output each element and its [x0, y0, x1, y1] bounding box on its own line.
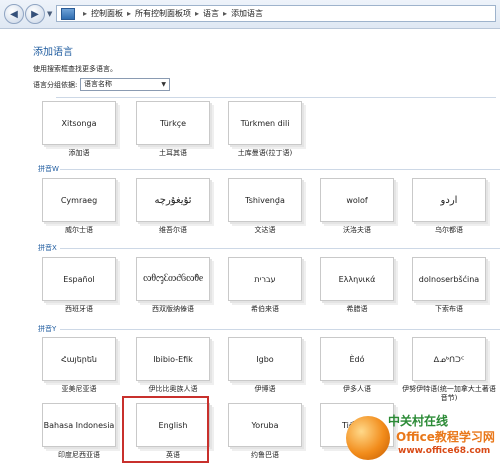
language-name: 乌尔都语 — [435, 226, 463, 234]
watermark-brand: 中关村在线 — [388, 414, 449, 428]
language-name: 伊博语 — [254, 385, 276, 393]
watermark: 中关村在线 Office教程学习网 www.office68.com — [346, 412, 496, 468]
section-divider — [60, 329, 500, 330]
chevron-right-icon[interactable]: ▸ — [83, 9, 87, 18]
language-tile[interactable]: Ελληνικά — [320, 257, 394, 301]
language-name: 文达语 — [254, 226, 276, 234]
address-bar: ◀ ▶ ▼ ▸ 控制面板 ▸ 所有控制面板项 ▸ 语言 ▸ 添加语言 — [0, 0, 500, 29]
language-tile[interactable]: Español — [42, 257, 116, 301]
language-tile[interactable]: Yoruba — [228, 403, 302, 447]
language-tile[interactable]: Հայերեն — [42, 337, 116, 381]
language-name: 威尔士语 — [65, 226, 93, 234]
language-tile[interactable]: Cymraeg — [42, 178, 116, 222]
selection-highlight — [122, 396, 209, 463]
language-name: 土耳其语 — [159, 149, 187, 157]
language-name: 土库曼语(拉丁语) — [237, 149, 293, 157]
control-panel-icon — [61, 7, 75, 20]
language-tile[interactable]: Tshivenḓa — [228, 178, 302, 222]
language-tile[interactable]: dolnoserbšćina — [412, 257, 486, 301]
language-name: 伊比比奥族人语 — [148, 385, 198, 393]
language-tile[interactable]: Èdó — [320, 337, 394, 381]
page-title: 添加语言 — [33, 47, 73, 58]
language-tile[interactable]: Xitsonga — [42, 101, 116, 145]
group-by-select[interactable]: 语言名称 ▼ — [80, 78, 170, 91]
language-tile[interactable]: wolof — [320, 178, 394, 222]
arrow-right-icon: ▶ — [31, 8, 39, 20]
watermark-logo-icon — [346, 416, 390, 460]
language-name: 维吾尔语 — [159, 226, 187, 234]
language-name: 西班牙语 — [65, 305, 93, 313]
language-name: 希伯来语 — [251, 305, 279, 313]
chevron-right-icon[interactable]: ▸ — [127, 9, 131, 18]
language-name: 希腊语 — [346, 305, 368, 313]
language-tile[interactable]: Igbo — [228, 337, 302, 381]
chevron-right-icon[interactable]: ▸ — [195, 9, 199, 18]
section-header-x: 拼音X — [38, 244, 57, 252]
language-name: 印度尼西亚语 — [58, 451, 100, 459]
breadcrumb-language[interactable]: 语言 — [203, 8, 219, 19]
breadcrumb-add-language[interactable]: 添加语言 — [231, 8, 263, 19]
language-name: 约鲁巴语 — [251, 451, 279, 459]
forward-button[interactable]: ▶ — [25, 4, 45, 24]
breadcrumb[interactable]: ▸ 控制面板 ▸ 所有控制面板项 ▸ 语言 ▸ 添加语言 — [56, 5, 496, 22]
language-tile[interactable]: Bahasa Indonesia — [42, 403, 116, 447]
breadcrumb-control-panel[interactable]: 控制面板 — [91, 8, 123, 19]
section-header-y: 拼音Y — [38, 325, 57, 333]
language-name: 伊努伊特语(统一加拿大土著语音节) — [402, 385, 496, 402]
section-divider — [60, 169, 500, 170]
breadcrumb-all-items[interactable]: 所有控制面板项 — [135, 8, 191, 19]
language-tile[interactable]: Türkçe — [136, 101, 210, 145]
language-tile[interactable]: ئۇيغۇرچە — [136, 178, 210, 222]
chevron-down-icon: ▼ — [161, 81, 166, 88]
language-tile[interactable]: עברית — [228, 257, 302, 301]
section-divider — [60, 248, 500, 249]
chevron-right-icon[interactable]: ▸ — [223, 9, 227, 18]
language-tile[interactable]: اردو — [412, 178, 486, 222]
back-button[interactable]: ◀ — [4, 4, 24, 24]
group-by-value: 语言名称 — [84, 80, 112, 88]
watermark-url: www.office68.com — [398, 446, 491, 456]
language-tile[interactable]: Ibibio-Efik — [136, 337, 210, 381]
language-name: 亚美尼亚语 — [61, 385, 97, 393]
group-by-label: 语言分组依据: — [33, 81, 78, 89]
search-hint: 使用搜索框查找更多语言。 — [33, 65, 117, 73]
watermark-title: Office教程学习网 — [396, 430, 495, 444]
language-name: 沃洛夫语 — [343, 226, 371, 234]
language-tile[interactable]: Türkmen dili — [228, 101, 302, 145]
language-name: 西双版纳傣语 — [152, 305, 194, 313]
section-divider — [56, 97, 496, 98]
chevron-down-icon[interactable]: ▼ — [47, 10, 52, 18]
language-name: 伊多人语 — [343, 385, 371, 393]
language-name: 添加语 — [68, 149, 90, 157]
language-tile[interactable]: ᦟᦲᧅᦷᦎᦺᦑᦟᦹᧉ — [136, 257, 210, 301]
language-tile[interactable]: ᐃᓄᒃᑎᑐᑦ — [412, 337, 486, 381]
language-name: 下索布语 — [435, 305, 463, 313]
arrow-left-icon: ◀ — [10, 8, 18, 20]
section-header-w: 拼音W — [38, 165, 59, 173]
